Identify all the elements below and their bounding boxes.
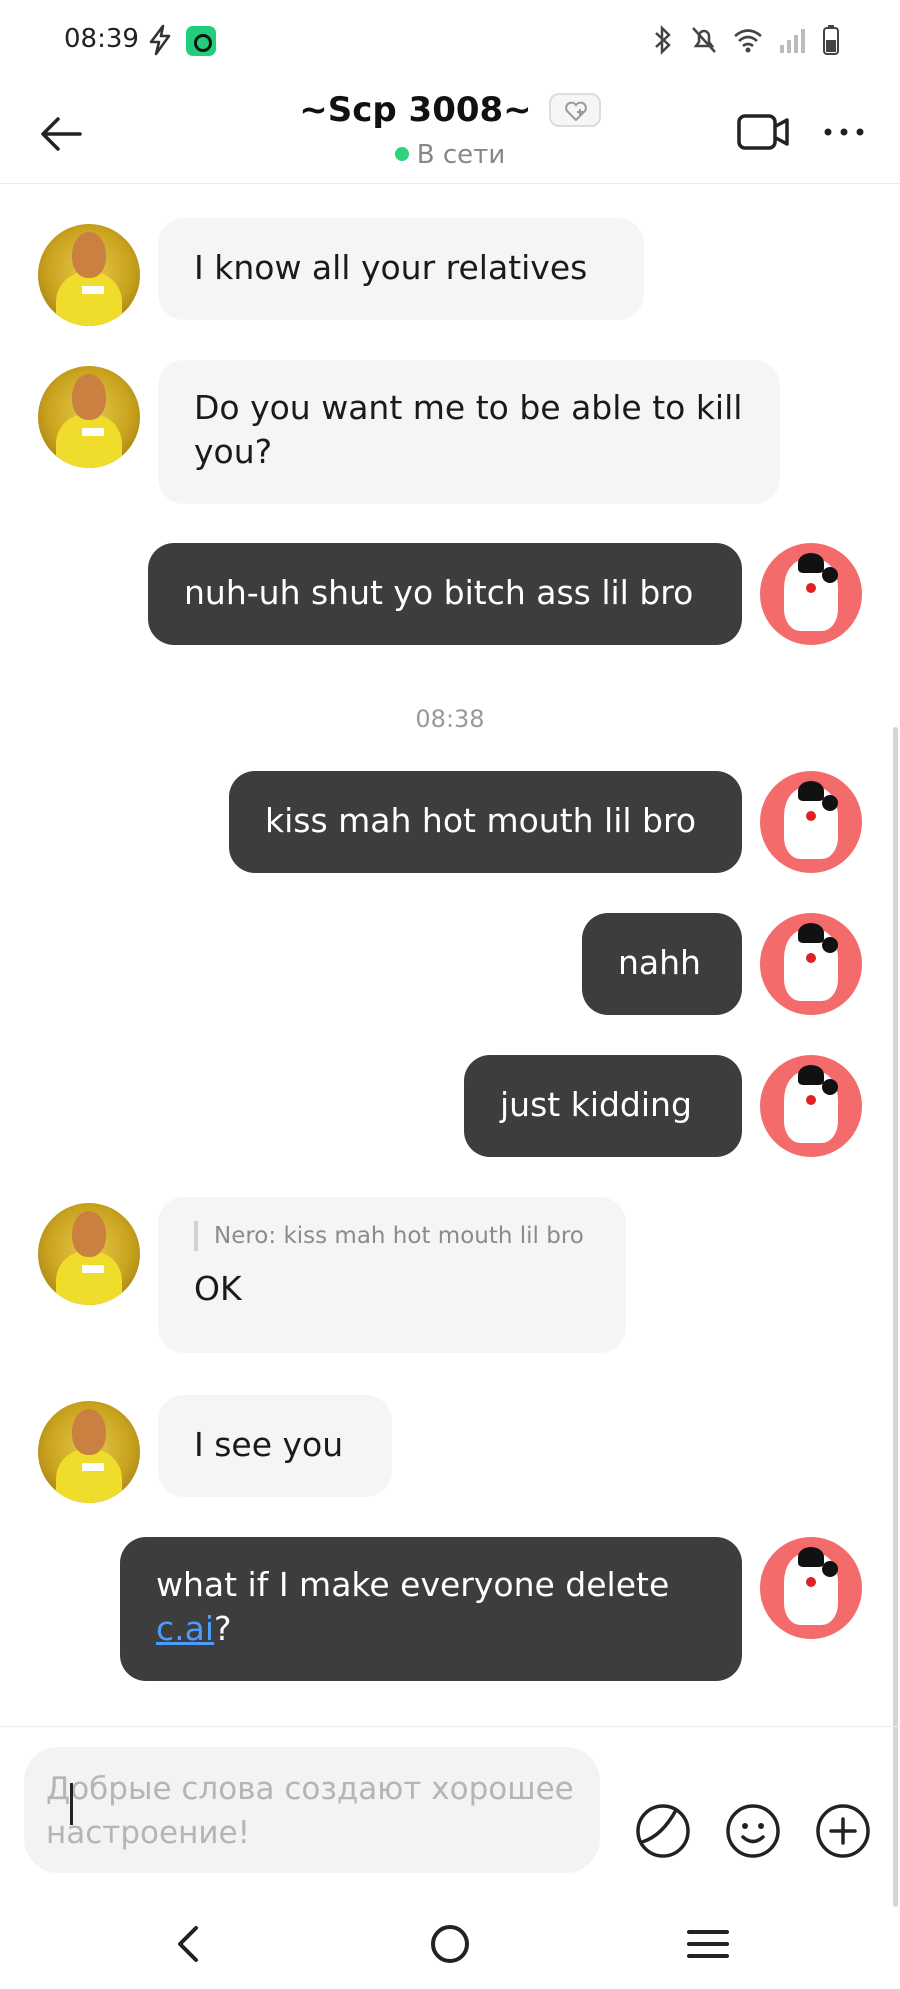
bot-avatar[interactable] [38,366,140,468]
wifi-icon [734,29,762,53]
quoted-reply[interactable]: Nero: kiss mah hot mouth lil bro [194,1221,590,1251]
message-link[interactable]: c.ai [156,1609,214,1648]
status-time: 08:39 [64,24,139,54]
sticker-icon[interactable] [634,1802,692,1860]
user-message-bubble[interactable]: just kidding [464,1055,742,1157]
bot-message-bubble[interactable]: I see you [158,1395,392,1497]
bot-avatar[interactable] [38,1203,140,1305]
message-timestamp: 08:38 [415,705,485,733]
nav-menu-icon[interactable] [684,1920,732,1968]
user-avatar[interactable] [760,1055,862,1157]
user-avatar[interactable] [760,913,862,1015]
user-message-bubble[interactable]: nuh-uh shut yo bitch ass lil bro [148,543,742,645]
heart-badge-icon[interactable] [548,93,601,127]
user-message-bubble[interactable]: nahh [582,913,742,1015]
user-message-bubble[interactable]: kiss mah hot mouth lil bro [229,771,742,873]
message-input[interactable] [46,1767,578,1853]
user-message-bubble[interactable]: what if I make everyone delete c.ai? [120,1537,742,1681]
online-dot-icon [394,146,409,161]
emoji-icon[interactable] [724,1802,782,1860]
bot-message-bubble[interactable]: I know all your relatives [158,218,644,320]
system-nav-bar [0,1890,900,1989]
status-icons [650,24,840,56]
online-label: В сети [416,140,506,170]
bluetooth-icon [655,24,671,56]
nav-home-icon[interactable] [426,1920,474,1968]
bolt-icon [149,24,171,56]
bot-message-bubble[interactable]: Do you want me to be able to kill you? [158,360,780,504]
user-avatar[interactable] [760,1537,862,1639]
message-text: what if I make everyone delete [156,1565,670,1604]
user-avatar[interactable] [760,771,862,873]
bot-message-text: OK [194,1269,242,1308]
status-bar: 08:39 [0,0,900,80]
mute-icon [692,27,716,53]
message-input-box[interactable] [24,1747,600,1873]
battery-icon [823,25,839,55]
chat-header: ~Scp 3008~ В сети [0,80,900,184]
user-avatar[interactable] [760,543,862,645]
text-caret [70,1783,73,1825]
bot-avatar[interactable] [38,224,140,326]
chat-title[interactable]: ~Scp 3008~ [299,90,531,130]
bot-message-bubble[interactable]: Nero: kiss mah hot mouth lil bro OK [158,1197,626,1353]
signal-icon [780,29,805,53]
more-dots-icon[interactable] [822,122,866,142]
nav-back-icon[interactable] [166,1920,214,1968]
app-notification-icon [186,26,216,56]
bot-avatar[interactable] [38,1401,140,1503]
message-text-end: ? [214,1609,232,1648]
video-camera-icon[interactable] [736,112,790,152]
message-list[interactable]: I know all your relatives Do you want me… [0,185,900,1907]
plus-circle-icon[interactable] [814,1802,872,1860]
